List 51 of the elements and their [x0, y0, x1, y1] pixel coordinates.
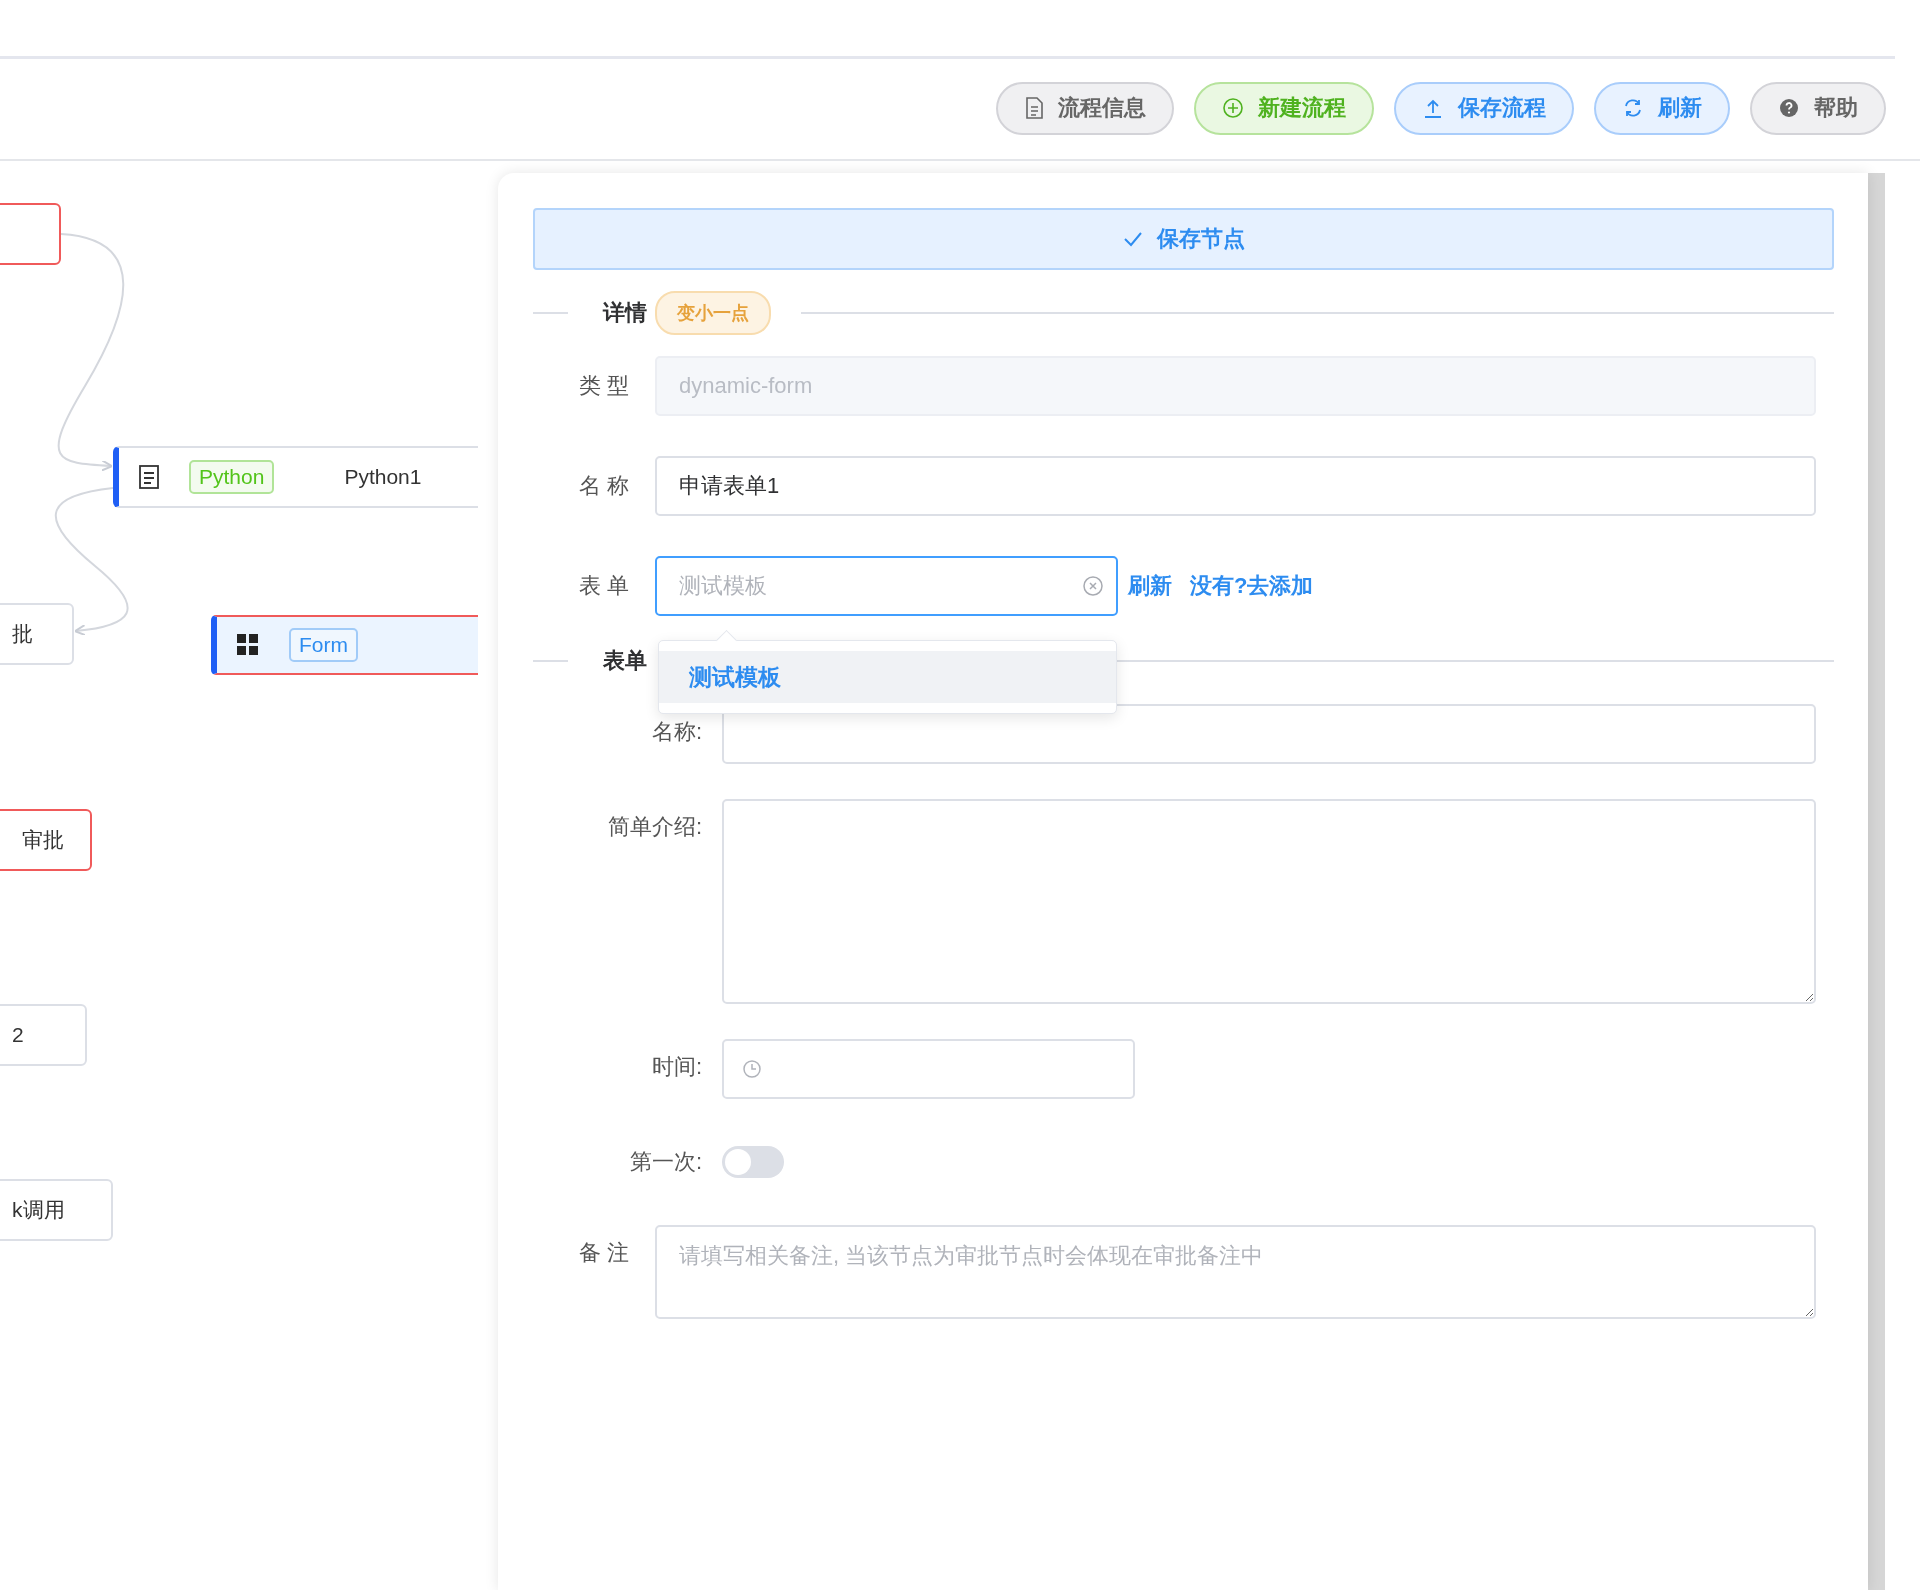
text-field[interactable]: 申请表单1	[655, 456, 1816, 516]
toggle-switch[interactable]	[722, 1146, 784, 1178]
document-icon	[1024, 97, 1044, 119]
node-label: 审批	[22, 827, 64, 853]
link[interactable]: 刷新	[1128, 571, 1172, 601]
toolbar-button[interactable]: 保存流程	[1394, 81, 1574, 135]
field-label: 表单	[578, 572, 635, 600]
scrollbar[interactable]	[1868, 173, 1885, 1590]
help-icon	[1778, 97, 1800, 119]
save-node-button[interactable]: 保存节点	[533, 208, 1834, 270]
field-label: 第一次:	[628, 1148, 702, 1176]
link[interactable]: 没有?去添加	[1190, 571, 1314, 601]
plus-circle-icon	[1222, 97, 1244, 119]
node-label: k调用	[12, 1197, 65, 1223]
shrink-badge[interactable]: 变小一点	[655, 291, 771, 335]
toolbar-button[interactable]: 流程信息	[996, 81, 1174, 135]
clear-icon[interactable]	[1082, 575, 1104, 597]
remark-field[interactable]: 请填写相关备注, 当该节点为审批节点时会体现在审批备注中	[655, 1225, 1816, 1319]
document-icon	[139, 465, 159, 489]
grid-icon	[237, 634, 259, 656]
node-label: 2	[12, 1023, 24, 1047]
flow-node[interactable]: Python Python1	[113, 446, 478, 508]
flow-node[interactable]: 2	[0, 1004, 87, 1066]
clock-icon	[742, 1059, 762, 1079]
flow-node[interactable]: 审批	[0, 809, 92, 871]
field-label: 名称:	[650, 718, 702, 746]
node-label: 批	[12, 621, 33, 647]
flow-node[interactable]: 批	[0, 603, 74, 665]
flow-node[interactable]: Form	[211, 615, 478, 675]
refresh-icon	[1622, 97, 1644, 119]
time-field[interactable]	[722, 1039, 1135, 1099]
section-title: 详情	[603, 299, 647, 327]
field-label: 名称	[578, 472, 635, 500]
toolbar-button[interactable]: 刷新	[1594, 81, 1730, 135]
field-label: 简单介绍:	[606, 813, 702, 841]
node-type-tag: Form	[289, 628, 358, 662]
node-label: Python1	[344, 465, 422, 489]
textarea-field[interactable]	[722, 799, 1816, 1004]
flow-node[interactable]: k调用	[0, 1179, 113, 1241]
field-label: 类型	[578, 372, 635, 400]
field-label: 备注	[578, 1239, 635, 1267]
dropdown-option[interactable]: 测试模板	[659, 651, 1116, 703]
section-title: 表单	[603, 647, 647, 675]
node-type-tag: Python	[189, 460, 275, 494]
upload-icon	[1422, 97, 1444, 119]
field-label: 时间:	[650, 1053, 702, 1081]
form-select[interactable]: 测试模板	[655, 556, 1118, 616]
toolbar-button[interactable]: 帮助	[1750, 81, 1886, 135]
toolbar-button[interactable]: 新建流程	[1194, 81, 1374, 135]
text-field[interactable]	[722, 704, 1816, 764]
check-icon	[1122, 231, 1143, 247]
